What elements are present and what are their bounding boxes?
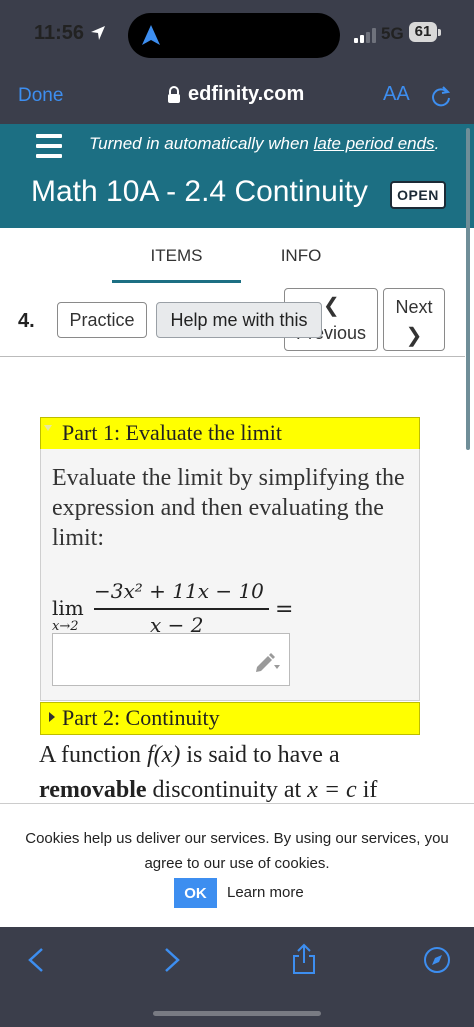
lock-icon xyxy=(168,86,180,103)
part1-title: Part 1: Evaluate the limit xyxy=(62,420,282,445)
collapse-triangle-icon xyxy=(44,425,52,431)
practice-button[interactable]: Practice xyxy=(57,302,147,338)
cookie-ok-button[interactable]: OK xyxy=(174,878,217,908)
navigation-icon xyxy=(142,25,160,45)
share-icon[interactable] xyxy=(291,943,317,975)
tab-items[interactable]: ITEMS xyxy=(112,246,241,282)
status-time: 11:56 xyxy=(34,22,85,44)
fraction-bar xyxy=(94,608,269,610)
learn-more-link[interactable]: Learn more xyxy=(227,884,304,901)
url-field[interactable]: edfinity.com xyxy=(188,83,304,106)
next-label: Next xyxy=(395,297,433,317)
signal-icon xyxy=(354,28,376,43)
compass-icon[interactable] xyxy=(423,946,451,974)
home-indicator xyxy=(153,1011,321,1016)
part1-instructions: Evaluate the limit by simplifying the ex… xyxy=(52,465,405,551)
location-arrow-icon xyxy=(91,26,105,40)
done-button[interactable]: Done xyxy=(18,85,63,107)
active-tab-indicator xyxy=(112,280,241,283)
battery-tip xyxy=(438,29,441,36)
fraction-numerator: −3x² + 11x − 10 xyxy=(94,579,264,603)
chevron-right-icon: ❯ xyxy=(405,325,423,347)
turn-in-notice: Turned in automatically when late period… xyxy=(89,134,440,153)
status-badge: OPEN xyxy=(390,181,446,209)
network-type: 5G xyxy=(381,24,404,43)
battery-icon: 61 xyxy=(409,22,437,42)
tab-info[interactable]: INFO xyxy=(262,246,340,266)
limit-subscript: x→2 xyxy=(52,619,79,634)
equals-sign: = xyxy=(275,597,294,622)
menu-icon[interactable] xyxy=(36,134,62,164)
forward-icon[interactable] xyxy=(162,947,182,973)
page-title: Math 10A - 2.4 Continuity xyxy=(31,175,368,208)
divider xyxy=(0,356,465,357)
chevron-left-icon: ❮ xyxy=(323,295,340,317)
help-button[interactable]: Help me with this xyxy=(156,302,322,338)
late-period-link[interactable]: late period ends xyxy=(314,134,435,153)
reload-icon[interactable] xyxy=(430,84,452,108)
text-size-button[interactable]: AA xyxy=(383,83,410,106)
back-icon[interactable] xyxy=(26,947,46,973)
scrollbar[interactable] xyxy=(466,128,470,450)
question-number: 4. xyxy=(18,310,35,332)
part2-text: A function f(x) is said to have a remova… xyxy=(39,742,378,803)
part2-title: Part 2: Continuity xyxy=(62,705,220,730)
pencil-icon[interactable] xyxy=(254,650,280,672)
expand-triangle-icon xyxy=(49,712,55,722)
limit-operator: lim xyxy=(52,596,84,620)
cookie-message: Cookies help us deliver our services. By… xyxy=(25,830,449,872)
